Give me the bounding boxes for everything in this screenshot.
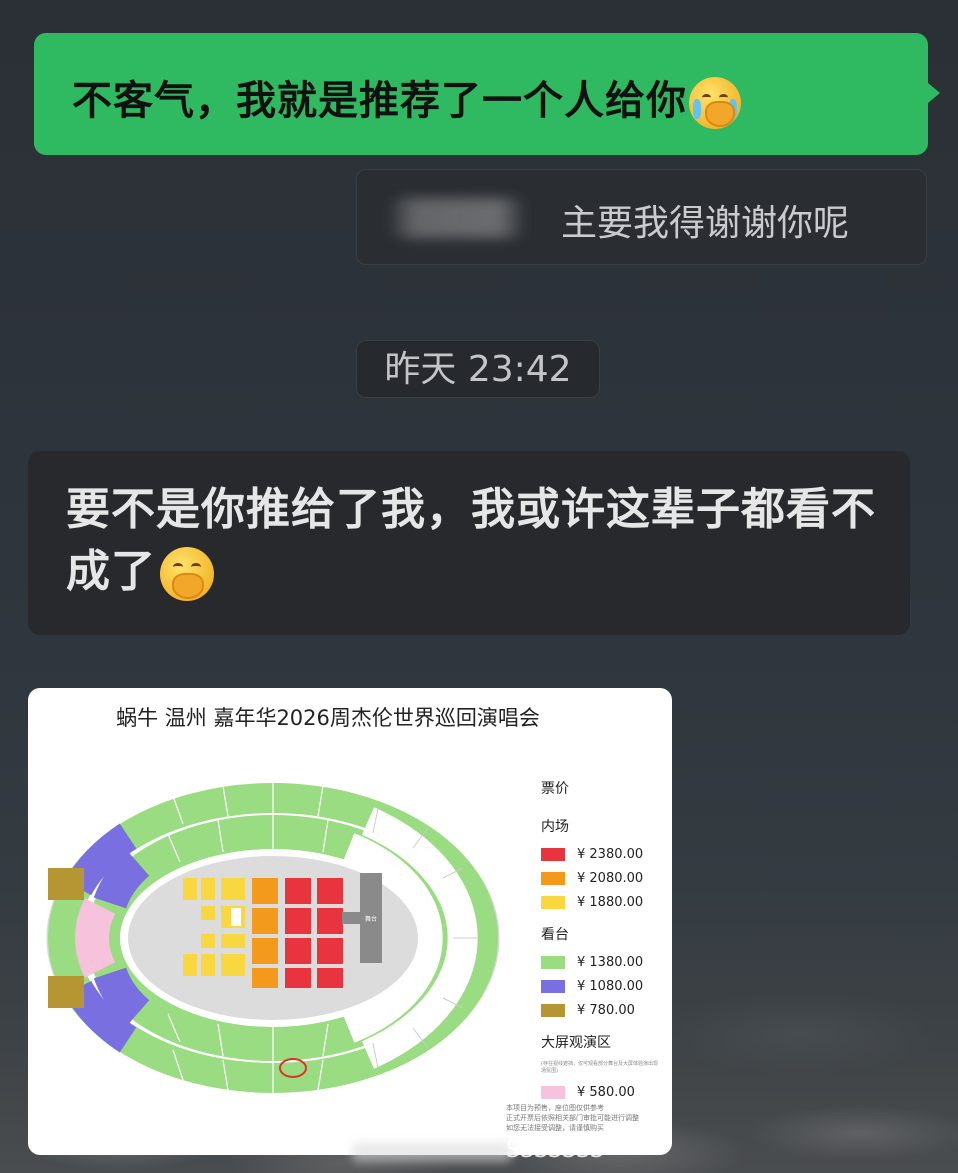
laughing-crying-emoji-icon bbox=[689, 77, 741, 129]
legend-section-big-screen: 大屏观演区 bbox=[541, 1035, 611, 1051]
sent-message-text: 不客气，我就是推荐了一个人给你 bbox=[72, 78, 687, 124]
blurred-sender-name bbox=[387, 198, 527, 238]
watermark-text: SSSSSSS bbox=[506, 1138, 604, 1163]
seat-map-image-message[interactable]: 蜗牛 温州 嘉年华2026周杰伦世界巡回演唱会 舞台 票价 内场 ¥ 2380.… bbox=[28, 688, 672, 1155]
quoted-message[interactable]: 主要我得谢谢你呢 bbox=[356, 169, 927, 265]
received-message-row: 要不是你推给了我，我或许这辈子都看不成了 bbox=[66, 479, 896, 603]
received-message-bubble[interactable]: 要不是你推给了我，我或许这辈子都看不成了 bbox=[28, 451, 910, 635]
legend-row: ¥ 780.00 bbox=[541, 998, 661, 1022]
seat-map-title: 蜗牛 温州 嘉年华2026周杰伦世界巡回演唱会 bbox=[116, 706, 540, 730]
legend-note: (存在视线遮挡，仅可观看部分舞台及大屏体验演出现场氛围) bbox=[541, 1061, 658, 1074]
stage-label: 舞台 bbox=[365, 915, 377, 923]
sent-message-bubble[interactable]: 不客气，我就是推荐了一个人给你 bbox=[34, 33, 940, 155]
legend-row: ¥ 580.00 bbox=[541, 1080, 661, 1104]
legend-row: ¥ 2080.00 bbox=[541, 866, 661, 890]
message-timestamp: 昨天 23:42 bbox=[356, 340, 600, 398]
seat-map-footnote: 本项目为预售，座位图仅供参考 正式开票后依照相关部门审批可能进行调整 如您无法接… bbox=[506, 1104, 639, 1132]
blurred-watermark bbox=[352, 1142, 512, 1162]
face-with-hand-over-mouth-emoji-icon bbox=[160, 547, 214, 601]
price-legend: 票价 内场 ¥ 2380.00 ¥ 2080.00 ¥ 1880.00 看台 ¥… bbox=[541, 778, 661, 1104]
stadium-seat-map: 舞台 bbox=[46, 783, 500, 1093]
legend-row: ¥ 1080.00 bbox=[541, 974, 661, 998]
legend-section-floor: 内场 bbox=[541, 819, 569, 835]
quoted-message-text: 主要我得谢谢你呢 bbox=[561, 203, 850, 244]
price-legend-heading: 票价 bbox=[541, 781, 569, 797]
legend-row: ¥ 2380.00 bbox=[541, 842, 661, 866]
legend-row: ¥ 1380.00 bbox=[541, 950, 661, 974]
sent-message-row: 不客气，我就是推荐了一个人给你 bbox=[72, 68, 741, 129]
legend-row: ¥ 1880.00 bbox=[541, 890, 661, 914]
legend-section-stand: 看台 bbox=[541, 927, 569, 943]
